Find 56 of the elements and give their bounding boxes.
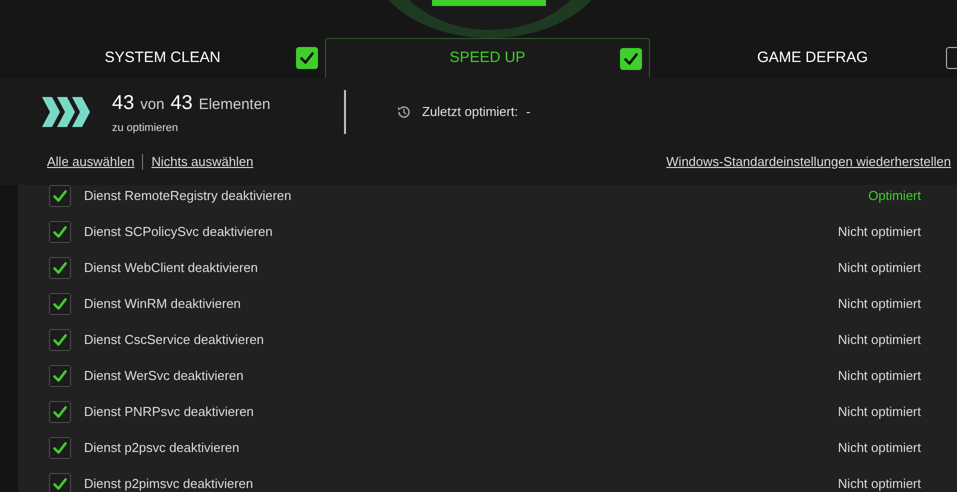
status-text: Optimiert: [868, 187, 921, 206]
checkbox[interactable]: [620, 48, 642, 70]
check-icon: [52, 404, 68, 420]
item-label: Dienst RemoteRegistry deaktivieren: [84, 187, 292, 206]
status-text: Nicht optimiert: [838, 295, 921, 314]
item-label: Dienst p2pimsvc deaktivieren: [84, 475, 254, 492]
checkbox[interactable]: [49, 401, 71, 423]
checkbox[interactable]: [49, 185, 71, 207]
item-label: Dienst PNRPsvc deaktivieren: [84, 403, 254, 422]
checkbox[interactable]: [49, 293, 71, 315]
check-icon: [52, 260, 68, 276]
status-text: Nicht optimiert: [838, 367, 921, 386]
checkbox[interactable]: [49, 329, 71, 351]
select-link[interactable]: Alle auswählen: [47, 152, 134, 172]
check-icon: [299, 50, 315, 66]
unit-text: Elementen: [198, 94, 270, 115]
status-text: Nicht optimiert: [838, 403, 921, 422]
checkbox[interactable]: [49, 437, 71, 459]
checkbox[interactable]: [49, 257, 71, 279]
select-link[interactable]: Nichts auswählen: [151, 152, 254, 172]
checkbox[interactable]: [49, 365, 71, 387]
status-text: Nicht optimiert: [838, 475, 921, 492]
check-icon: [52, 332, 68, 348]
chevrons-icon: [40, 95, 90, 129]
check-icon: [52, 476, 68, 492]
check-icon: [52, 224, 68, 240]
item-label: Dienst CscService deaktivieren: [84, 331, 264, 350]
checkbox[interactable]: [49, 473, 71, 492]
last-optimized-label: Zuletzt optimiert:: [422, 103, 518, 122]
status-text: Nicht optimiert: [838, 439, 921, 458]
tab[interactable]: SPEED UP: [325, 38, 650, 78]
status-text: Nicht optimiert: [838, 331, 921, 350]
check-icon: [52, 188, 68, 204]
count-text: 43: [112, 90, 134, 116]
of-text: von: [140, 94, 164, 115]
history-icon: [396, 104, 412, 120]
item-label: Dienst WinRM deaktivieren: [84, 295, 241, 314]
checkbox[interactable]: [296, 47, 318, 69]
status-text: Nicht optimiert: [838, 223, 921, 242]
subtitle-text: zu optimieren: [112, 120, 180, 136]
check-icon: [52, 440, 68, 456]
item-label: Dienst WerSvc deaktivieren: [84, 367, 244, 386]
check-icon: [52, 296, 68, 312]
item-label: Dienst SCPolicySvc deaktivieren: [84, 223, 273, 242]
tab[interactable]: SYSTEM CLEAN: [0, 38, 325, 78]
check-icon: [52, 368, 68, 384]
status-text: Nicht optimiert: [838, 259, 921, 278]
item-label: Dienst p2psvc deaktivieren: [84, 439, 240, 458]
item-label: Dienst WebClient deaktivieren: [84, 259, 258, 278]
restore-defaults-link[interactable]: Windows-Standardeinstellungen wiederherstellen: [666, 152, 951, 172]
start-button[interactable]: [432, 0, 546, 6]
checkbox[interactable]: [49, 221, 71, 243]
last-optimized-value: -: [526, 103, 530, 122]
total-text: 43: [170, 90, 193, 116]
tab[interactable]: GAME DEFRAG: [650, 38, 957, 78]
check-icon: [623, 51, 639, 67]
